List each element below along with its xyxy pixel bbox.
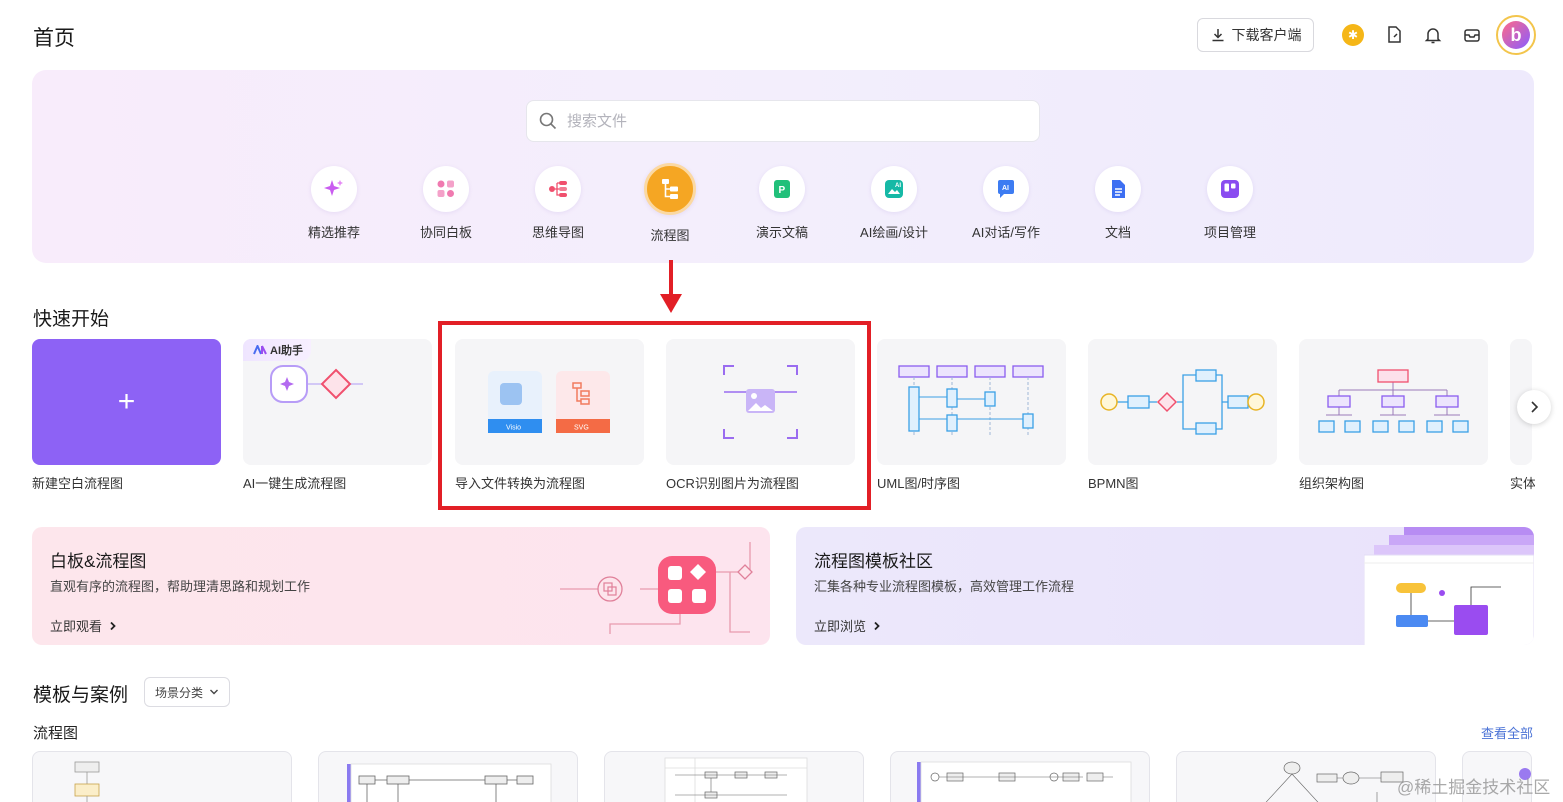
- watch-now-link[interactable]: 立即观看: [50, 616, 118, 635]
- presentation-icon: P: [759, 166, 805, 212]
- template-community-banner[interactable]: 流程图模板社区 汇集各种专业流程图模板，高效管理工作流程 立即浏览: [796, 527, 1534, 645]
- uml-illustration: [898, 365, 1044, 435]
- org-chart-label: 组织架构图: [1299, 476, 1365, 491]
- annotation-arrow-icon: [660, 260, 682, 313]
- chevron-right-icon: [110, 621, 116, 630]
- bpmn-illustration: [1100, 369, 1265, 435]
- file-link-icon[interactable]: [1383, 24, 1405, 46]
- template-thumbnail: [347, 763, 552, 802]
- category-mindmap[interactable]: 思维导图: [503, 166, 613, 241]
- ai-assistant-badge: AI助手: [243, 339, 311, 361]
- quick-start-title: 快速开始: [33, 309, 110, 330]
- svg-text:AI: AI: [1002, 185, 1009, 192]
- category-flowchart[interactable]: 流程图: [615, 163, 725, 244]
- avatar-logo-icon: b: [1502, 21, 1530, 49]
- chevron-right-icon: [874, 621, 880, 630]
- banner-left-subtitle: 直观有序的流程图，帮助理清思路和规划工作: [50, 579, 311, 594]
- browse-now-link[interactable]: 立即浏览: [814, 616, 882, 635]
- banner-right-title: 流程图模板社区: [814, 552, 933, 571]
- svg-text:P: P: [779, 185, 786, 196]
- org-chart-card[interactable]: [1299, 339, 1488, 465]
- svg-text:AI: AI: [895, 183, 901, 189]
- view-all-link[interactable]: 查看全部: [1481, 723, 1533, 742]
- ai-generate-flowchart-card[interactable]: AI助手: [243, 339, 432, 465]
- coin-icon[interactable]: ✱: [1342, 24, 1364, 46]
- watermark: @稀土掘金技术社区: [1397, 778, 1551, 797]
- hero-panel: 精选推荐 协同白板 思维导图 流程图 P 演示文稿 AI AI绘画/设计 AI …: [32, 70, 1534, 263]
- template-thumbnail: [74, 761, 100, 802]
- download-client-button[interactable]: 下载客户端: [1197, 18, 1314, 52]
- category-ai-chat[interactable]: AI AI对话/写作: [951, 166, 1061, 241]
- banner-right-subtitle: 汇集各种专业流程图模板，高效管理工作流程: [814, 579, 1075, 594]
- template-card[interactable]: [890, 751, 1150, 802]
- inbox-icon[interactable]: [1461, 24, 1483, 46]
- template-card[interactable]: [32, 751, 292, 802]
- new-blank-flowchart-label: 新建空白流程图: [32, 476, 124, 491]
- banner-left-title: 白板&流程图: [50, 552, 147, 571]
- template-card[interactable]: [604, 751, 864, 802]
- bell-icon[interactable]: [1422, 24, 1444, 46]
- template-thumbnail: [664, 757, 808, 802]
- plus-icon: +: [117, 385, 136, 418]
- category-featured[interactable]: 精选推荐: [279, 166, 389, 241]
- ai-paint-icon: AI: [871, 166, 917, 212]
- category-ai-paint[interactable]: AI AI绘画/设计: [839, 166, 949, 241]
- uml-sequence-label: UML图/时序图: [877, 476, 961, 491]
- highlight-box: [438, 321, 871, 510]
- page-title: 首页: [33, 27, 75, 50]
- org-chart-illustration: [1318, 369, 1469, 433]
- banner-right-illustration: [1364, 527, 1534, 645]
- whiteboard-flowchart-banner[interactable]: 白板&流程图 直观有序的流程图，帮助理清思路和规划工作 立即观看: [32, 527, 770, 645]
- project-icon: [1207, 166, 1253, 212]
- templates-title: 模板与案例: [33, 685, 129, 706]
- entity-label: 实体: [1510, 476, 1535, 491]
- template-thumbnail: [917, 761, 1132, 802]
- bpmn-card[interactable]: [1088, 339, 1277, 465]
- ai-generate-flowchart-label: AI一键生成流程图: [243, 476, 347, 491]
- category-presentation[interactable]: P 演示文稿: [727, 166, 837, 241]
- document-icon: [1095, 166, 1141, 212]
- category-document[interactable]: 文档: [1063, 166, 1173, 241]
- uml-sequence-card[interactable]: [877, 339, 1066, 465]
- chevron-right-icon: [1531, 401, 1539, 413]
- next-arrow-button[interactable]: [1517, 390, 1551, 424]
- flowchart-subsection-title: 流程图: [33, 725, 79, 742]
- sparkle-icon: [311, 166, 357, 212]
- bpmn-label: BPMN图: [1088, 476, 1139, 491]
- whiteboard-icon: [423, 166, 469, 212]
- category-whiteboard[interactable]: 协同白板: [391, 166, 501, 241]
- avatar[interactable]: b: [1496, 15, 1536, 55]
- download-icon: [1212, 29, 1223, 42]
- category-project[interactable]: 项目管理: [1175, 166, 1285, 241]
- chevron-down-icon: [210, 689, 218, 695]
- search-box[interactable]: [526, 100, 1040, 142]
- search-input[interactable]: [567, 112, 987, 130]
- ai-logo-icon: [253, 345, 267, 355]
- search-icon: [539, 112, 557, 130]
- scene-category-select[interactable]: 场景分类: [144, 677, 230, 707]
- banner-left-illustration: [560, 542, 753, 634]
- flowchart-icon: [644, 163, 696, 215]
- template-card[interactable]: [318, 751, 578, 802]
- ai-chat-icon: AI: [983, 166, 1029, 212]
- mindmap-icon: [535, 166, 581, 212]
- new-blank-flowchart-card[interactable]: +: [32, 339, 221, 465]
- download-client-label: 下载客户端: [1231, 27, 1302, 43]
